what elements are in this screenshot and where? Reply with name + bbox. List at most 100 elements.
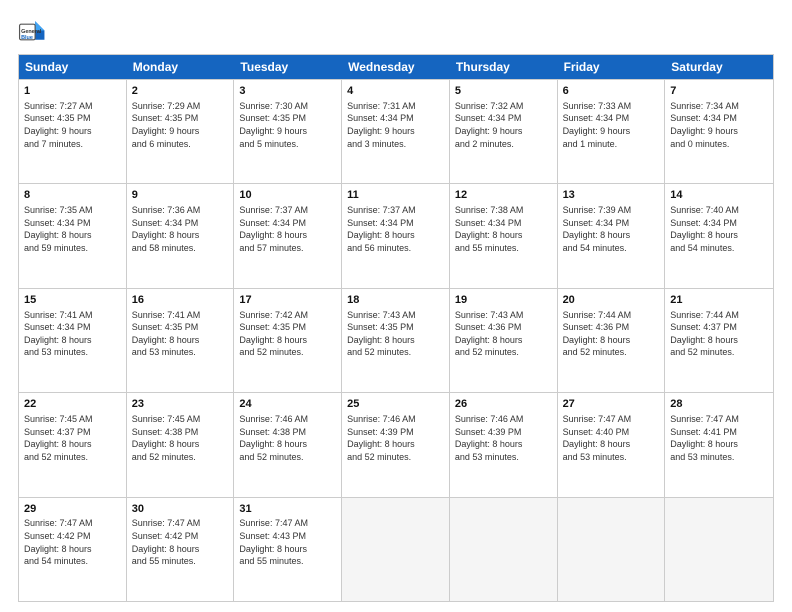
cell-info: Sunrise: 7:47 AM Sunset: 4:41 PM Dayligh… — [670, 413, 768, 463]
cell-info: Sunrise: 7:42 AM Sunset: 4:35 PM Dayligh… — [239, 309, 336, 359]
cell-day-number: 31 — [239, 502, 336, 517]
calendar-cell-10: 10Sunrise: 7:37 AM Sunset: 4:34 PM Dayli… — [234, 184, 342, 287]
header-day-friday: Friday — [558, 55, 666, 79]
cell-info: Sunrise: 7:46 AM Sunset: 4:39 PM Dayligh… — [455, 413, 552, 463]
cell-day-number: 16 — [132, 293, 229, 308]
calendar-cell-25: 25Sunrise: 7:46 AM Sunset: 4:39 PM Dayli… — [342, 393, 450, 496]
cell-day-number: 28 — [670, 397, 768, 412]
cell-info: Sunrise: 7:37 AM Sunset: 4:34 PM Dayligh… — [239, 204, 336, 254]
calendar-cell-28: 28Sunrise: 7:47 AM Sunset: 4:41 PM Dayli… — [665, 393, 773, 496]
header: General Blue — [18, 18, 774, 46]
calendar-cell-24: 24Sunrise: 7:46 AM Sunset: 4:38 PM Dayli… — [234, 393, 342, 496]
header-day-monday: Monday — [127, 55, 235, 79]
calendar-cell-17: 17Sunrise: 7:42 AM Sunset: 4:35 PM Dayli… — [234, 289, 342, 392]
calendar-cell-19: 19Sunrise: 7:43 AM Sunset: 4:36 PM Dayli… — [450, 289, 558, 392]
cell-info: Sunrise: 7:41 AM Sunset: 4:35 PM Dayligh… — [132, 309, 229, 359]
calendar-cell-4: 4Sunrise: 7:31 AM Sunset: 4:34 PM Daylig… — [342, 80, 450, 183]
cell-info: Sunrise: 7:29 AM Sunset: 4:35 PM Dayligh… — [132, 100, 229, 150]
calendar-cell-8: 8Sunrise: 7:35 AM Sunset: 4:34 PM Daylig… — [19, 184, 127, 287]
cell-day-number: 19 — [455, 293, 552, 308]
svg-text:General: General — [21, 29, 42, 35]
calendar-cell-empty-4-5 — [558, 498, 666, 601]
calendar-cell-11: 11Sunrise: 7:37 AM Sunset: 4:34 PM Dayli… — [342, 184, 450, 287]
cell-day-number: 21 — [670, 293, 768, 308]
cell-info: Sunrise: 7:36 AM Sunset: 4:34 PM Dayligh… — [132, 204, 229, 254]
calendar-cell-22: 22Sunrise: 7:45 AM Sunset: 4:37 PM Dayli… — [19, 393, 127, 496]
cell-day-number: 20 — [563, 293, 660, 308]
generalblue-logo-icon: General Blue — [18, 18, 46, 46]
cell-day-number: 9 — [132, 188, 229, 203]
cell-info: Sunrise: 7:43 AM Sunset: 4:35 PM Dayligh… — [347, 309, 444, 359]
calendar-cell-18: 18Sunrise: 7:43 AM Sunset: 4:35 PM Dayli… — [342, 289, 450, 392]
calendar-cell-27: 27Sunrise: 7:47 AM Sunset: 4:40 PM Dayli… — [558, 393, 666, 496]
cell-info: Sunrise: 7:30 AM Sunset: 4:35 PM Dayligh… — [239, 100, 336, 150]
calendar-cell-1: 1Sunrise: 7:27 AM Sunset: 4:35 PM Daylig… — [19, 80, 127, 183]
cell-day-number: 30 — [132, 502, 229, 517]
svg-text:Blue: Blue — [21, 35, 33, 41]
cell-info: Sunrise: 7:38 AM Sunset: 4:34 PM Dayligh… — [455, 204, 552, 254]
page: General Blue SundayMondayTuesdayWednesda… — [0, 0, 792, 612]
cell-info: Sunrise: 7:44 AM Sunset: 4:36 PM Dayligh… — [563, 309, 660, 359]
cell-info: Sunrise: 7:39 AM Sunset: 4:34 PM Dayligh… — [563, 204, 660, 254]
cell-day-number: 6 — [563, 84, 660, 99]
cell-day-number: 22 — [24, 397, 121, 412]
cell-info: Sunrise: 7:35 AM Sunset: 4:34 PM Dayligh… — [24, 204, 121, 254]
calendar-cell-9: 9Sunrise: 7:36 AM Sunset: 4:34 PM Daylig… — [127, 184, 235, 287]
calendar-cell-21: 21Sunrise: 7:44 AM Sunset: 4:37 PM Dayli… — [665, 289, 773, 392]
cell-day-number: 1 — [24, 84, 121, 99]
calendar-cell-16: 16Sunrise: 7:41 AM Sunset: 4:35 PM Dayli… — [127, 289, 235, 392]
cell-day-number: 27 — [563, 397, 660, 412]
cell-info: Sunrise: 7:37 AM Sunset: 4:34 PM Dayligh… — [347, 204, 444, 254]
cell-info: Sunrise: 7:27 AM Sunset: 4:35 PM Dayligh… — [24, 100, 121, 150]
calendar-row-2: 8Sunrise: 7:35 AM Sunset: 4:34 PM Daylig… — [19, 183, 773, 287]
calendar-cell-14: 14Sunrise: 7:40 AM Sunset: 4:34 PM Dayli… — [665, 184, 773, 287]
cell-day-number: 12 — [455, 188, 552, 203]
cell-info: Sunrise: 7:45 AM Sunset: 4:37 PM Dayligh… — [24, 413, 121, 463]
cell-day-number: 14 — [670, 188, 768, 203]
cell-info: Sunrise: 7:46 AM Sunset: 4:39 PM Dayligh… — [347, 413, 444, 463]
cell-day-number: 2 — [132, 84, 229, 99]
header-day-tuesday: Tuesday — [234, 55, 342, 79]
cell-info: Sunrise: 7:33 AM Sunset: 4:34 PM Dayligh… — [563, 100, 660, 150]
calendar-header: SundayMondayTuesdayWednesdayThursdayFrid… — [19, 55, 773, 79]
calendar-cell-3: 3Sunrise: 7:30 AM Sunset: 4:35 PM Daylig… — [234, 80, 342, 183]
cell-day-number: 5 — [455, 84, 552, 99]
cell-info: Sunrise: 7:47 AM Sunset: 4:42 PM Dayligh… — [132, 517, 229, 567]
calendar-cell-empty-4-3 — [342, 498, 450, 601]
cell-day-number: 25 — [347, 397, 444, 412]
cell-day-number: 29 — [24, 502, 121, 517]
calendar-cell-29: 29Sunrise: 7:47 AM Sunset: 4:42 PM Dayli… — [19, 498, 127, 601]
cell-day-number: 17 — [239, 293, 336, 308]
calendar-cell-31: 31Sunrise: 7:47 AM Sunset: 4:43 PM Dayli… — [234, 498, 342, 601]
cell-day-number: 7 — [670, 84, 768, 99]
calendar-cell-6: 6Sunrise: 7:33 AM Sunset: 4:34 PM Daylig… — [558, 80, 666, 183]
cell-day-number: 8 — [24, 188, 121, 203]
calendar-cell-2: 2Sunrise: 7:29 AM Sunset: 4:35 PM Daylig… — [127, 80, 235, 183]
cell-info: Sunrise: 7:40 AM Sunset: 4:34 PM Dayligh… — [670, 204, 768, 254]
cell-day-number: 3 — [239, 84, 336, 99]
cell-info: Sunrise: 7:46 AM Sunset: 4:38 PM Dayligh… — [239, 413, 336, 463]
calendar-cell-empty-4-6 — [665, 498, 773, 601]
calendar-cell-26: 26Sunrise: 7:46 AM Sunset: 4:39 PM Dayli… — [450, 393, 558, 496]
cell-day-number: 24 — [239, 397, 336, 412]
logo: General Blue — [18, 18, 46, 46]
cell-day-number: 18 — [347, 293, 444, 308]
calendar-cell-30: 30Sunrise: 7:47 AM Sunset: 4:42 PM Dayli… — [127, 498, 235, 601]
cell-info: Sunrise: 7:31 AM Sunset: 4:34 PM Dayligh… — [347, 100, 444, 150]
calendar-cell-15: 15Sunrise: 7:41 AM Sunset: 4:34 PM Dayli… — [19, 289, 127, 392]
calendar-cell-23: 23Sunrise: 7:45 AM Sunset: 4:38 PM Dayli… — [127, 393, 235, 496]
calendar-row-1: 1Sunrise: 7:27 AM Sunset: 4:35 PM Daylig… — [19, 79, 773, 183]
calendar-body: 1Sunrise: 7:27 AM Sunset: 4:35 PM Daylig… — [19, 79, 773, 601]
calendar-cell-12: 12Sunrise: 7:38 AM Sunset: 4:34 PM Dayli… — [450, 184, 558, 287]
cell-info: Sunrise: 7:45 AM Sunset: 4:38 PM Dayligh… — [132, 413, 229, 463]
header-day-saturday: Saturday — [665, 55, 773, 79]
calendar-cell-5: 5Sunrise: 7:32 AM Sunset: 4:34 PM Daylig… — [450, 80, 558, 183]
cell-info: Sunrise: 7:47 AM Sunset: 4:40 PM Dayligh… — [563, 413, 660, 463]
cell-day-number: 4 — [347, 84, 444, 99]
cell-day-number: 26 — [455, 397, 552, 412]
cell-day-number: 13 — [563, 188, 660, 203]
calendar-row-3: 15Sunrise: 7:41 AM Sunset: 4:34 PM Dayli… — [19, 288, 773, 392]
calendar: SundayMondayTuesdayWednesdayThursdayFrid… — [18, 54, 774, 602]
cell-day-number: 15 — [24, 293, 121, 308]
cell-info: Sunrise: 7:32 AM Sunset: 4:34 PM Dayligh… — [455, 100, 552, 150]
